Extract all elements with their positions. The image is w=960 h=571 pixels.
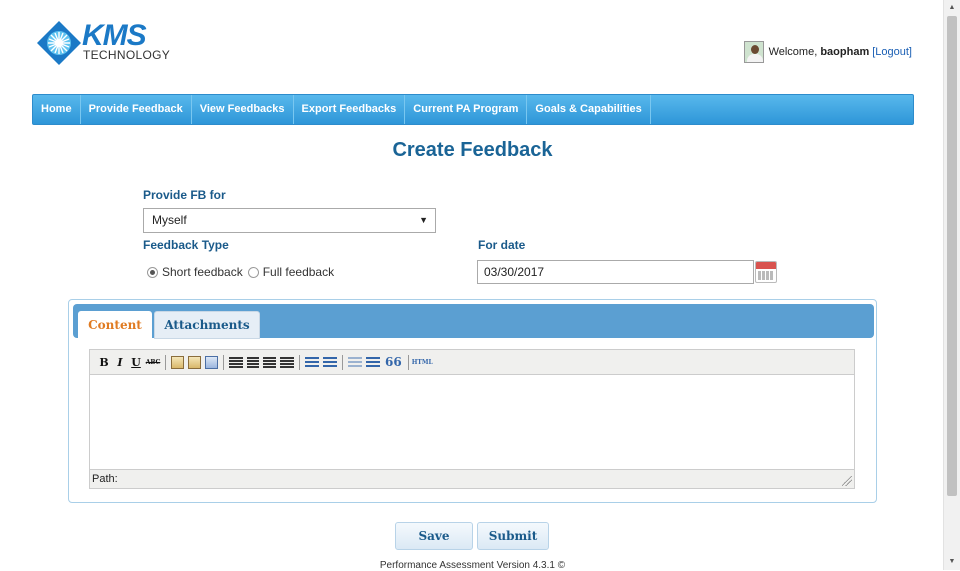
footer-version: Performance Assessment Version 4.3.1 ©	[379, 560, 566, 571]
strikethrough-button[interactable]: ABC	[144, 359, 162, 366]
align-center-icon[interactable]	[247, 356, 259, 368]
paste-icon[interactable]	[171, 355, 184, 369]
toolbar-separator	[223, 354, 224, 370]
blockquote-icon[interactable]: 66	[385, 355, 402, 369]
main-nav: Home Provide Feedback View Feedbacks Exp…	[32, 94, 914, 125]
logo-text: KMS	[82, 19, 147, 52]
rich-text-editor: B I U ABC 66 HTML Path:	[89, 349, 855, 489]
tab-bar: Content Attachments	[73, 304, 874, 339]
provide-for-label: Provide FB for	[143, 188, 226, 202]
tab-content[interactable]: Content	[78, 311, 152, 339]
page-scrollbar[interactable]: ▲ ▼	[943, 0, 960, 570]
paste-text-icon[interactable]	[188, 355, 201, 369]
nav-view-feedbacks[interactable]: View Feedbacks	[192, 95, 294, 124]
toolbar-separator	[299, 354, 300, 370]
calendar-icon[interactable]	[755, 261, 777, 283]
scrollbar-thumb[interactable]	[947, 16, 957, 496]
short-feedback-label[interactable]: Short feedback	[162, 265, 243, 279]
editor-text-area[interactable]	[90, 375, 854, 468]
username: baopham	[820, 46, 870, 58]
provide-for-value: Myself	[152, 213, 187, 227]
path-label: Path:	[92, 473, 118, 485]
toolbar-separator	[165, 354, 166, 370]
nav-goals-capabilities[interactable]: Goals & Capabilities	[527, 95, 651, 124]
for-date-label: For date	[478, 238, 526, 252]
provide-for-select[interactable]: Myself ▼	[143, 208, 436, 233]
html-source-button[interactable]: HTML	[412, 359, 433, 366]
italic-button[interactable]: I	[112, 356, 128, 369]
indent-icon[interactable]	[366, 356, 380, 368]
welcome-text: Welcome, baopham	[768, 46, 870, 58]
numbered-list-icon[interactable]	[323, 356, 337, 368]
scroll-up-icon[interactable]: ▲	[944, 0, 960, 16]
for-date-input[interactable]: 03/30/2017	[477, 260, 754, 284]
align-right-icon[interactable]	[263, 356, 276, 368]
tab-attachments[interactable]: Attachments	[154, 311, 260, 339]
short-feedback-radio[interactable]	[147, 266, 158, 278]
nav-provide-feedback[interactable]: Provide Feedback	[81, 95, 192, 124]
align-justify-icon[interactable]	[280, 356, 294, 368]
logout-link[interactable]: [Logout]	[872, 46, 912, 58]
avatar	[743, 41, 764, 63]
underline-button[interactable]: U	[128, 356, 144, 369]
outdent-icon[interactable]	[348, 356, 362, 368]
nav-home[interactable]: Home	[33, 95, 81, 124]
toolbar-separator	[407, 354, 409, 370]
feedback-panel: Content Attachments B I U ABC 66 HTML Pa…	[68, 299, 877, 503]
full-feedback-radio[interactable]	[247, 266, 259, 278]
bold-button[interactable]: B	[96, 356, 112, 369]
dropdown-arrow-icon: ▼	[419, 215, 428, 225]
kms-logo: KMS TECHNOLOGY	[36, 20, 176, 66]
save-button[interactable]: Save	[395, 522, 473, 550]
nav-current-pa-program[interactable]: Current PA Program	[405, 95, 528, 124]
logo-subtitle: TECHNOLOGY	[83, 48, 171, 62]
page-title: Create Feedback	[392, 139, 553, 161]
nav-export-feedbacks[interactable]: Export Feedbacks	[294, 95, 406, 124]
toolbar-separator	[342, 354, 343, 370]
user-info: Welcome, baopham [Logout]	[743, 40, 912, 64]
full-feedback-label[interactable]: Full feedback	[263, 265, 334, 279]
editor-path-bar: Path:	[90, 469, 854, 488]
submit-button[interactable]: Submit	[477, 522, 549, 550]
bullet-list-icon[interactable]	[305, 356, 319, 368]
feedback-type-radios: Short feedback Full feedback	[147, 265, 339, 279]
resize-handle-icon[interactable]	[842, 476, 852, 486]
feedback-type-label: Feedback Type	[143, 238, 229, 252]
editor-toolbar: B I U ABC 66 HTML	[90, 350, 854, 375]
sun-logo-icon	[37, 21, 81, 65]
align-left-icon[interactable]	[229, 356, 243, 368]
paste-word-icon[interactable]	[205, 355, 218, 369]
scroll-down-icon[interactable]: ▼	[944, 554, 960, 570]
